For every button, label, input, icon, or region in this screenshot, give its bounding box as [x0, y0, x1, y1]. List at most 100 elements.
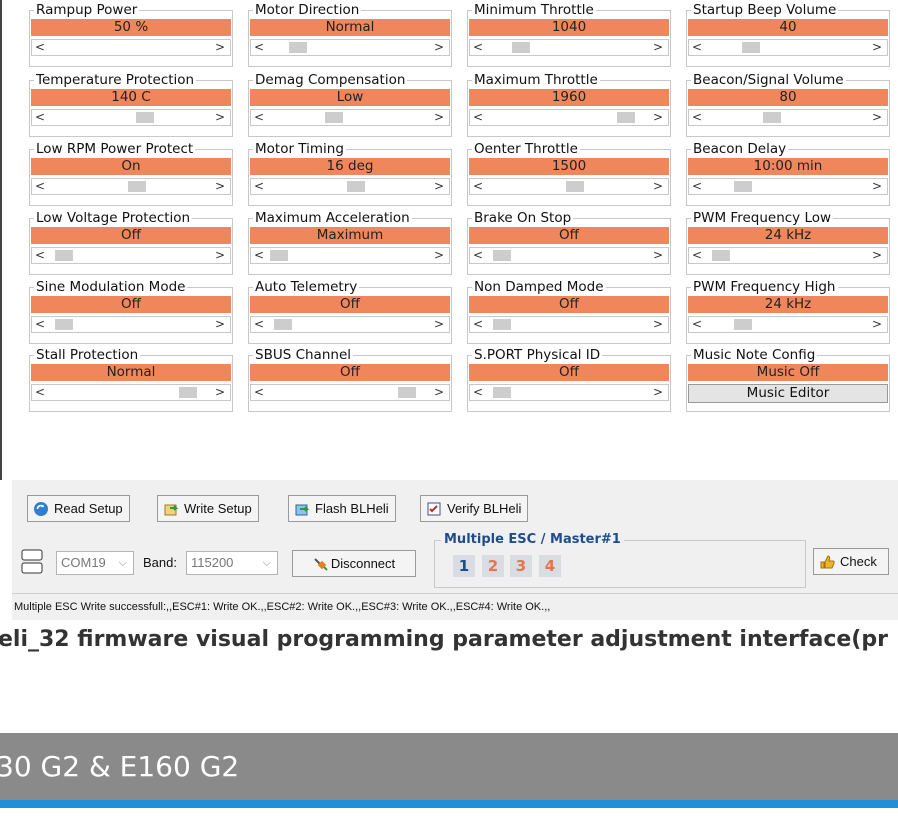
slider-thumb[interactable] [55, 250, 73, 261]
chevron-left-icon[interactable]: < [252, 110, 266, 125]
chevron-right-icon[interactable]: > [870, 40, 884, 55]
chevron-left-icon[interactable]: < [690, 110, 704, 125]
chevron-left-icon[interactable]: < [33, 317, 47, 332]
chevron-right-icon[interactable]: > [651, 248, 665, 263]
slider-thumb[interactable] [289, 42, 307, 53]
param-slider[interactable]: < > [31, 247, 231, 264]
slider-thumb[interactable] [734, 319, 752, 330]
param-slider[interactable]: < > [250, 384, 450, 401]
chevron-left-icon[interactable]: < [471, 248, 485, 263]
param-slider[interactable]: < > [688, 247, 888, 264]
chevron-left-icon[interactable]: < [471, 110, 485, 125]
param-slider[interactable]: < > [250, 39, 450, 56]
slider-thumb[interactable] [493, 387, 511, 398]
chevron-left-icon[interactable]: < [690, 317, 704, 332]
verify-blheli-button[interactable]: Verify BLHeli [420, 495, 529, 522]
param-slider[interactable]: < > [250, 109, 450, 126]
chevron-right-icon[interactable]: > [213, 248, 227, 263]
param-slider[interactable]: < > [469, 39, 669, 56]
param-slider[interactable]: < > [688, 109, 888, 126]
chevron-left-icon[interactable]: < [252, 385, 266, 400]
esc-3-button[interactable]: 3 [510, 555, 532, 577]
param-slider[interactable]: < > [31, 109, 231, 126]
param-slider[interactable]: < > [688, 39, 888, 56]
chevron-left-icon[interactable]: < [471, 40, 485, 55]
chevron-right-icon[interactable]: > [213, 40, 227, 55]
slider-thumb[interactable] [493, 319, 511, 330]
flash-blheli-button[interactable]: Flash BLHeli [288, 495, 396, 522]
slider-thumb[interactable] [617, 112, 635, 123]
chevron-right-icon[interactable]: > [432, 317, 446, 332]
chevron-left-icon[interactable]: < [690, 248, 704, 263]
chevron-right-icon[interactable]: > [432, 110, 446, 125]
slider-thumb[interactable] [347, 181, 365, 192]
slider-thumb[interactable] [763, 112, 781, 123]
slider-thumb[interactable] [136, 112, 154, 123]
slider-thumb[interactable] [742, 42, 760, 53]
com-port-select[interactable]: COM19 ⌵ [56, 551, 134, 575]
esc-1-button[interactable]: 1 [453, 555, 475, 577]
param-slider[interactable]: < > [469, 178, 669, 195]
chevron-left-icon[interactable]: < [252, 40, 266, 55]
slider-thumb[interactable] [128, 181, 146, 192]
param-slider[interactable]: < > [688, 178, 888, 195]
slider-thumb[interactable] [179, 387, 197, 398]
chevron-right-icon[interactable]: > [432, 40, 446, 55]
music-editor-button[interactable]: Music Editor [688, 384, 888, 403]
param-slider[interactable]: < > [250, 247, 450, 264]
param-slider[interactable]: < > [250, 316, 450, 333]
check-button[interactable]: Check [813, 548, 889, 575]
param-slider[interactable]: < > [31, 316, 231, 333]
chevron-left-icon[interactable]: < [252, 179, 266, 194]
chevron-left-icon[interactable]: < [33, 179, 47, 194]
chevron-left-icon[interactable]: < [471, 385, 485, 400]
slider-thumb[interactable] [325, 112, 343, 123]
chevron-right-icon[interactable]: > [432, 385, 446, 400]
slider-thumb[interactable] [734, 181, 752, 192]
chevron-right-icon[interactable]: > [432, 248, 446, 263]
esc-2-button[interactable]: 2 [482, 555, 504, 577]
slider-thumb[interactable] [512, 42, 530, 53]
chevron-left-icon[interactable]: < [33, 40, 47, 55]
param-slider[interactable]: < > [469, 109, 669, 126]
slider-thumb[interactable] [55, 319, 73, 330]
param-slider[interactable]: < > [688, 316, 888, 333]
chevron-right-icon[interactable]: > [651, 40, 665, 55]
slider-thumb[interactable] [493, 250, 511, 261]
param-slider[interactable]: < > [31, 384, 231, 401]
esc-4-button[interactable]: 4 [539, 555, 561, 577]
chevron-right-icon[interactable]: > [651, 110, 665, 125]
param-slider[interactable]: < > [469, 384, 669, 401]
chevron-right-icon[interactable]: > [870, 248, 884, 263]
param-slider[interactable]: < > [250, 178, 450, 195]
slider-thumb[interactable] [566, 181, 584, 192]
slider-thumb[interactable] [712, 250, 730, 261]
read-setup-button[interactable]: Read Setup [27, 495, 130, 522]
disconnect-button[interactable]: Disconnect [292, 550, 416, 577]
param-slider[interactable]: < > [31, 178, 231, 195]
chevron-right-icon[interactable]: > [870, 317, 884, 332]
chevron-left-icon[interactable]: < [33, 248, 47, 263]
write-setup-button[interactable]: Write Setup [157, 495, 259, 522]
param-slider[interactable]: < > [469, 316, 669, 333]
chevron-right-icon[interactable]: > [213, 317, 227, 332]
chevron-left-icon[interactable]: < [471, 179, 485, 194]
slider-thumb[interactable] [270, 250, 288, 261]
chevron-right-icon[interactable]: > [870, 110, 884, 125]
chevron-left-icon[interactable]: < [252, 317, 266, 332]
chevron-right-icon[interactable]: > [651, 317, 665, 332]
chevron-left-icon[interactable]: < [252, 248, 266, 263]
param-slider[interactable]: < > [31, 39, 231, 56]
chevron-left-icon[interactable]: < [690, 40, 704, 55]
param-slider[interactable]: < > [469, 247, 669, 264]
chevron-right-icon[interactable]: > [432, 179, 446, 194]
chevron-right-icon[interactable]: > [651, 179, 665, 194]
slider-thumb[interactable] [398, 387, 416, 398]
chevron-left-icon[interactable]: < [33, 110, 47, 125]
chevron-left-icon[interactable]: < [471, 317, 485, 332]
chevron-right-icon[interactable]: > [213, 110, 227, 125]
chevron-left-icon[interactable]: < [33, 385, 47, 400]
chevron-right-icon[interactable]: > [213, 385, 227, 400]
chevron-left-icon[interactable]: < [690, 179, 704, 194]
chevron-right-icon[interactable]: > [213, 179, 227, 194]
